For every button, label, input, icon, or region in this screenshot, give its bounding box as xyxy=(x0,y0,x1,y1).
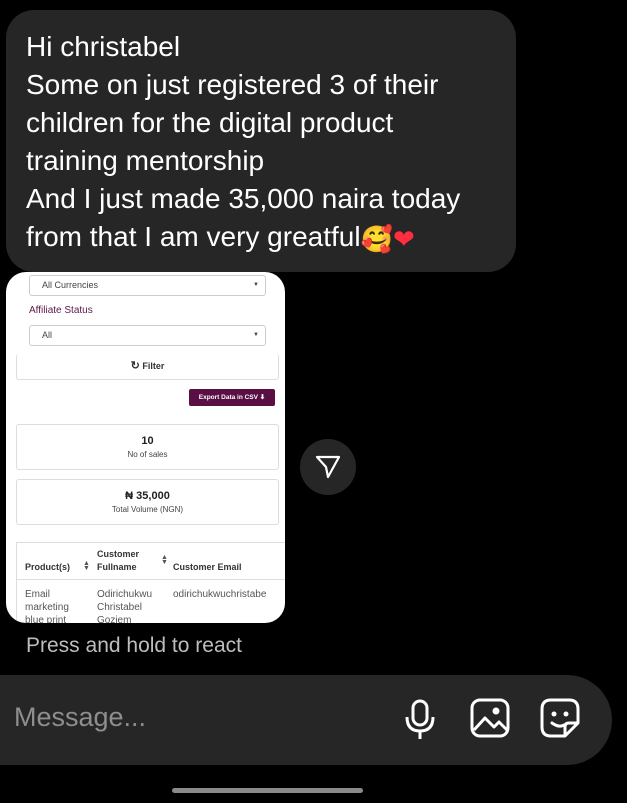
affiliate-status-label: Affiliate Status xyxy=(29,305,93,316)
cell-email: odirichukwuchristabe xyxy=(173,589,267,600)
column-header-email: Customer Email xyxy=(173,562,242,572)
smiling-face-hearts-emoji: 🥰 xyxy=(360,224,393,254)
cell-fullname: Odirichukwu Christabel Goziem xyxy=(97,589,153,623)
message-last-line: from that I am very greatful🥰❤ xyxy=(26,218,496,258)
export-csv-button: Export Data in CSV ⬇ xyxy=(189,389,275,406)
message-line: Hi christabel xyxy=(26,31,181,62)
message-line: children for the digital product xyxy=(26,107,394,138)
sales-count: 10 xyxy=(141,435,154,447)
sales-count-label: No of sales xyxy=(127,450,168,459)
dropdown-caret-icon: ▼ xyxy=(253,332,259,338)
filter-card: ↻ Filter xyxy=(16,354,279,380)
shared-screenshot[interactable]: All Currencies ▼ Affiliate Status All ▼ … xyxy=(6,272,285,623)
total-volume-label: Total Volume (NGN) xyxy=(111,505,184,514)
send-icon xyxy=(315,455,341,479)
sort-icon: ▲ ▼ xyxy=(83,560,90,572)
dropdown-caret-icon: ▼ xyxy=(253,282,259,288)
download-icon: ⬇ xyxy=(259,394,266,401)
affiliate-status-select: All ▼ xyxy=(29,325,266,346)
message-line: training mentorship xyxy=(26,145,265,176)
total-volume-card: ₦ 35,000 Total Volume (NGN) xyxy=(16,479,279,525)
react-hint: Press and hold to react xyxy=(26,634,242,657)
message-line: Some on just registered 3 of their xyxy=(26,69,439,100)
filter-button: ↻ Filter xyxy=(17,354,278,378)
message-input[interactable]: Message... xyxy=(14,702,146,733)
cell-product: Email marketing blue print xyxy=(25,589,69,623)
row-divider xyxy=(17,579,285,580)
message-line: from that I am very greatful xyxy=(26,221,361,252)
column-header-fullname: Customer Fullname xyxy=(97,549,140,572)
message-line: And I just made 35,000 naira today xyxy=(26,183,461,214)
sales-table: Product(s) ▲ ▼ Customer Fullname ▲ ▼ Custo… xyxy=(16,542,285,623)
affiliate-status-value: All xyxy=(42,330,53,340)
currency-select: All Currencies ▼ xyxy=(29,275,266,296)
gallery-icon[interactable] xyxy=(469,697,511,739)
filter-label: Filter xyxy=(142,361,165,371)
sort-icon: ▲ ▼ xyxy=(161,554,168,566)
red-heart-emoji: ❤ xyxy=(392,224,415,254)
sticker-icon[interactable] xyxy=(539,697,581,739)
microphone-icon[interactable] xyxy=(403,697,437,741)
total-volume: ₦ 35,000 xyxy=(125,490,170,502)
export-label: Export Data in CSV xyxy=(198,394,258,401)
currency-select-value: All Currencies xyxy=(42,280,99,290)
sales-count-card: 10 No of sales xyxy=(16,424,279,470)
home-indicator[interactable] xyxy=(172,788,363,793)
column-header-products: Product(s) xyxy=(25,562,70,572)
refresh-icon: ↻ xyxy=(130,360,140,372)
share-button[interactable] xyxy=(300,439,356,495)
message-composer: Message... xyxy=(0,675,612,765)
message-bubble[interactable]: Hi christabel Some on just registered 3 … xyxy=(6,10,516,272)
